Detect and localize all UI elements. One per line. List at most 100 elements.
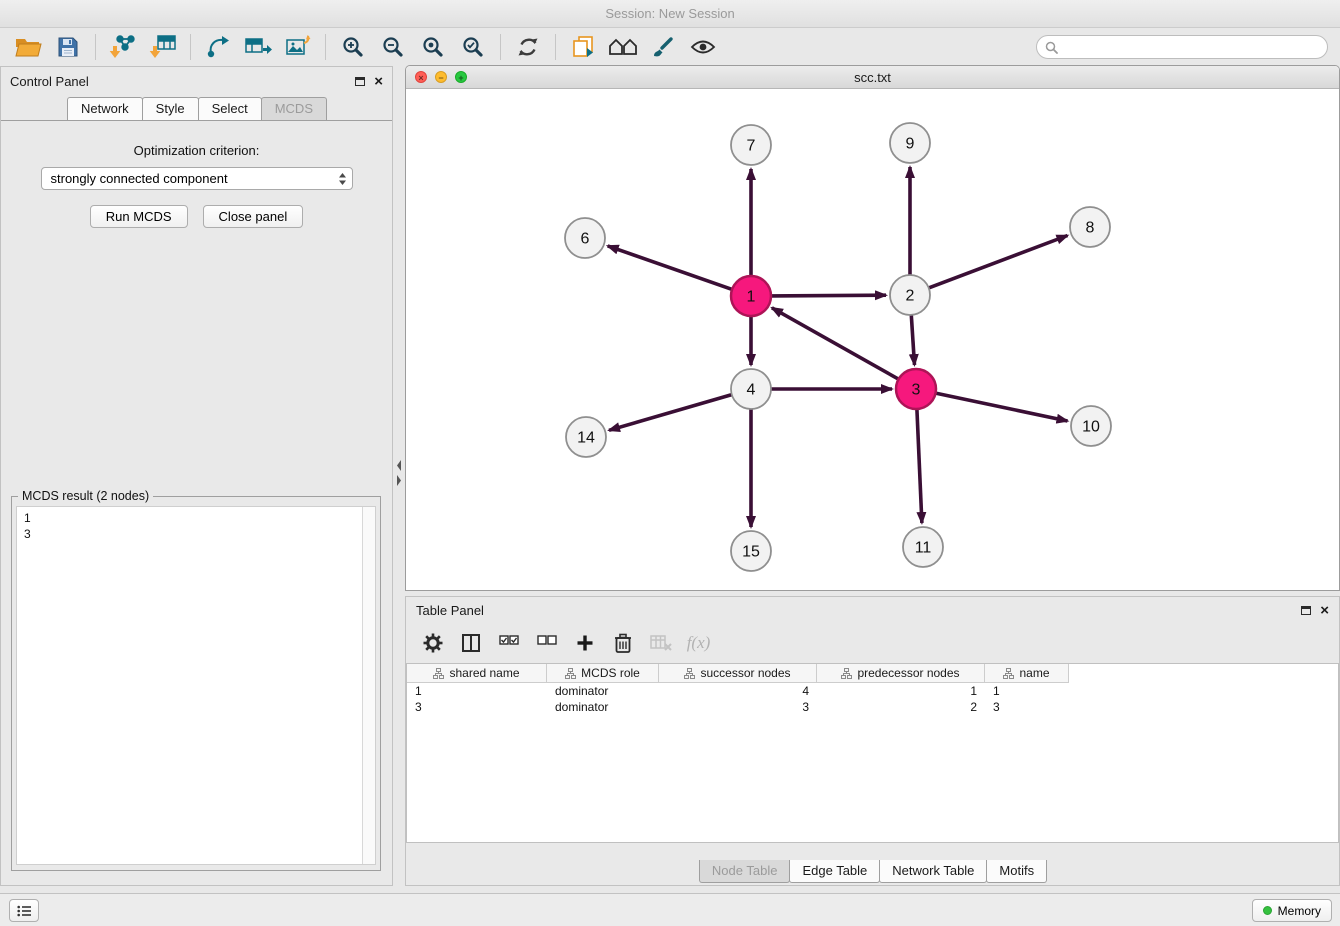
table-row[interactable]: 3dominator323 [407, 699, 1338, 715]
unselect-all-columns-button[interactable] [532, 628, 561, 658]
node-7[interactable]: 7 [731, 125, 771, 165]
window-titlebar[interactable]: Session: New Session [0, 0, 1340, 28]
node-table: shared nameMCDS rolesuccessor nodesprede… [406, 663, 1339, 843]
splitter-collapse-icon[interactable] [395, 458, 403, 488]
tab-edge-table[interactable]: Edge Table [789, 860, 880, 883]
apply-function-button[interactable]: f(x) [684, 628, 713, 658]
fx-icon: f(x) [687, 633, 711, 653]
edge-1-6[interactable] [608, 246, 732, 290]
svg-text:9: 9 [906, 136, 915, 153]
close-panel-icon[interactable]: × [374, 74, 383, 89]
add-column-button[interactable] [570, 628, 599, 658]
edge-4-14[interactable] [609, 395, 732, 431]
node-4[interactable]: 4 [731, 369, 771, 409]
tab-style[interactable]: Style [142, 97, 199, 120]
edge-2-8[interactable] [929, 236, 1068, 288]
status-menu-button[interactable] [9, 899, 39, 922]
node-14[interactable]: 14 [566, 417, 606, 457]
first-neighbors-button[interactable] [603, 31, 643, 63]
result-scrollbar[interactable] [362, 507, 375, 864]
table-cell: 1 [407, 683, 547, 699]
run-mcds-button[interactable]: Run MCDS [90, 205, 188, 228]
duplicate-network-button[interactable] [563, 31, 603, 63]
node-10[interactable]: 10 [1071, 406, 1111, 446]
node-11[interactable]: 11 [903, 527, 943, 567]
close-window-button[interactable]: × [415, 71, 427, 83]
show-columns-button[interactable] [456, 628, 485, 658]
zoom-window-button[interactable]: + [455, 71, 467, 83]
node-2[interactable]: 2 [890, 275, 930, 315]
tab-motifs[interactable]: Motifs [986, 860, 1047, 883]
toolbar-separator [325, 34, 326, 60]
documents-icon [571, 35, 595, 59]
minimize-window-button[interactable]: − [435, 71, 447, 83]
network-window: × − + scc.txt 7 9 6 8 1 2 4 3 14 10 15 11 [405, 65, 1340, 591]
zoom-fit-button[interactable] [413, 31, 453, 63]
table-toolbar: f(x) [406, 623, 1339, 663]
column-header-name[interactable]: name [985, 664, 1069, 683]
refresh-layout-button[interactable] [508, 31, 548, 63]
table-settings-button[interactable] [418, 628, 447, 658]
tab-network-table[interactable]: Network Table [879, 860, 987, 883]
edge-1-2[interactable] [771, 295, 886, 296]
search-icon [1045, 41, 1058, 54]
network-window-titlebar[interactable]: × − + scc.txt [406, 66, 1339, 89]
column-header-mcds-role[interactable]: MCDS role [547, 664, 659, 683]
zoom-selected-button[interactable] [453, 31, 493, 63]
tab-select[interactable]: Select [198, 97, 262, 120]
style-brush-button[interactable] [643, 31, 683, 63]
import-table-button[interactable] [143, 31, 183, 63]
criterion-dropdown[interactable]: strongly connected component [41, 167, 353, 190]
delete-table-icon [650, 634, 672, 652]
export-table-button[interactable] [238, 31, 278, 63]
tab-mcds[interactable]: MCDS [261, 97, 327, 120]
edge-3-10[interactable] [936, 393, 1068, 421]
plus-icon [576, 634, 594, 652]
close-table-panel-icon[interactable]: × [1320, 603, 1329, 618]
search-input[interactable] [1063, 40, 1319, 54]
edge-3-11[interactable] [917, 409, 922, 523]
svg-text:1: 1 [747, 289, 756, 306]
gear-icon [422, 632, 444, 654]
node-15[interactable]: 15 [731, 531, 771, 571]
zoom-out-button[interactable] [373, 31, 413, 63]
delete-table-button[interactable] [646, 628, 675, 658]
open-session-button[interactable] [8, 31, 48, 63]
control-panel-title: Control Panel [10, 74, 89, 89]
import-network-button[interactable] [103, 31, 143, 63]
delete-column-button[interactable] [608, 628, 637, 658]
tab-network[interactable]: Network [67, 97, 143, 120]
table-tabbar: Node TableEdge TableNetwork TableMotifs [406, 859, 1339, 885]
tab-node-table[interactable]: Node Table [699, 860, 791, 883]
node-1[interactable]: 1 [731, 276, 771, 316]
show-graphics-details-button[interactable] [683, 31, 723, 63]
node-8[interactable]: 8 [1070, 207, 1110, 247]
criterion-dropdown-value: strongly connected component [51, 171, 228, 186]
export-image-button[interactable] [278, 31, 318, 63]
zoom-in-button[interactable] [333, 31, 373, 63]
column-header-predecessor-nodes[interactable]: predecessor nodes [817, 664, 985, 683]
zoom-out-icon [381, 35, 405, 59]
save-session-button[interactable] [48, 31, 88, 63]
float-panel-icon[interactable] [355, 77, 365, 86]
node-9[interactable]: 9 [890, 123, 930, 163]
node-3[interactable]: 3 [896, 369, 936, 409]
memory-button[interactable]: Memory [1252, 899, 1332, 922]
edge-3-1[interactable] [772, 308, 899, 379]
column-header-shared-name[interactable]: shared name [407, 664, 547, 683]
mcds-result-area[interactable]: 13 [16, 506, 376, 865]
close-panel-button[interactable]: Close panel [203, 205, 304, 228]
node-6[interactable]: 6 [565, 218, 605, 258]
network-canvas[interactable]: 7 9 6 8 1 2 4 3 14 10 15 11 [406, 89, 1339, 590]
table-row[interactable]: 1dominator411 [407, 683, 1338, 699]
network-graph[interactable]: 7 9 6 8 1 2 4 3 14 10 15 11 [406, 89, 1339, 590]
float-table-panel-icon[interactable] [1301, 606, 1311, 615]
export-network-button[interactable] [198, 31, 238, 63]
column-tree-icon [1003, 668, 1014, 679]
column-header-successor-nodes[interactable]: successor nodes [659, 664, 817, 683]
select-all-columns-button[interactable] [494, 628, 523, 658]
panel-splitter[interactable] [393, 66, 405, 886]
search-box[interactable] [1036, 35, 1328, 59]
edge-2-3[interactable] [911, 315, 914, 365]
svg-text:4: 4 [747, 382, 756, 399]
